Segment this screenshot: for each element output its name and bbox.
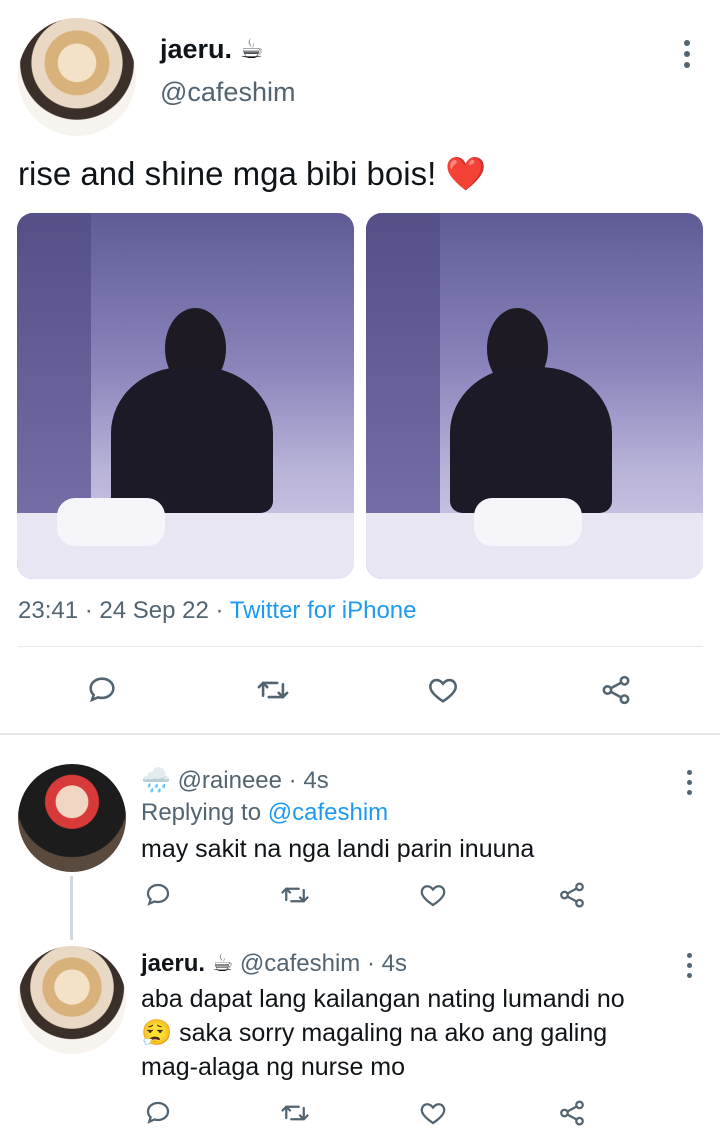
meta-separator: · — [288, 767, 297, 794]
coffee-emoji: ☕ — [239, 34, 264, 64]
more-vertical-icon[interactable] — [684, 40, 690, 68]
like-icon[interactable] — [414, 878, 452, 912]
photo-person-body — [111, 366, 274, 514]
like-icon[interactable] — [414, 1096, 452, 1130]
section-divider — [0, 733, 720, 735]
reply-avatar-jaeru[interactable] — [18, 946, 126, 1054]
replying-to-label: Replying to — [141, 799, 262, 826]
tweet-text: rise and shine mga bibi bois! — [18, 155, 437, 192]
author-name[interactable]: jaeru. — [160, 34, 232, 64]
retweet-icon[interactable] — [276, 878, 314, 912]
reply-icon[interactable] — [82, 670, 122, 710]
reply-avatar-raineee[interactable] — [18, 764, 126, 872]
reply-text: may sakit na nga landi parin inuuna — [141, 835, 535, 863]
reply-time: 4s — [303, 767, 329, 794]
tweet-source-link[interactable]: Twitter for iPhone — [230, 597, 417, 624]
reply-header: jaeru. ☕ @cafeshim · 4s — [141, 949, 407, 978]
more-vertical-icon[interactable] — [686, 953, 692, 978]
meta-separator: · — [215, 597, 224, 624]
reply-text-line-1: aba dapat lang kailangan nating lumandi … — [141, 985, 625, 1013]
tweet-photo-1[interactable] — [17, 213, 354, 579]
retweet-icon[interactable] — [276, 1096, 314, 1130]
reply-icon[interactable] — [140, 1096, 176, 1130]
share-icon[interactable] — [554, 878, 590, 912]
share-icon[interactable] — [554, 1096, 590, 1130]
more-vertical-icon[interactable] — [686, 770, 692, 795]
tweet-date: 24 Sep 22 — [99, 597, 209, 624]
meta-separator: · — [366, 950, 375, 977]
reply-handle[interactable]: @raineee — [178, 767, 282, 794]
reply-text-line-2-row: 😮‍💨 saka sorry magaling na ako ang galin… — [141, 1019, 607, 1048]
divider — [18, 646, 703, 647]
heart-emoji: ❤️ — [445, 155, 487, 192]
tweet-text-row: rise and shine mga bibi bois! ❤️ — [18, 155, 487, 194]
tweet-photo-2[interactable] — [366, 213, 703, 579]
meta-separator: · — [84, 597, 93, 624]
cloud-rain-emoji: 🌧️ — [141, 767, 171, 794]
like-icon[interactable] — [422, 670, 464, 710]
photo-bottle — [473, 498, 582, 547]
reply-text-line-2: saka sorry magaling na ako ang galing — [179, 1019, 608, 1047]
thread-connector — [70, 876, 73, 940]
author-handle[interactable]: @cafeshim — [160, 77, 295, 108]
replying-to-row: Replying to @cafeshim — [141, 799, 388, 827]
reply-icon[interactable] — [140, 878, 176, 912]
photo-bottle — [57, 498, 166, 547]
reply-text-line-3: mag-alaga ng nurse mo — [141, 1053, 406, 1081]
share-icon[interactable] — [596, 670, 636, 710]
reply-handle[interactable]: @cafeshim — [240, 950, 360, 977]
author-avatar[interactable] — [18, 18, 136, 136]
reply-time: 4s — [381, 950, 407, 977]
photo-person-body — [450, 366, 612, 514]
tweet-time: 23:41 — [18, 597, 79, 624]
tweet-meta: 23:41 · 24 Sep 22 · Twitter for iPhone — [18, 597, 417, 625]
exhale-emoji: 😮‍💨 — [141, 1019, 173, 1047]
retweet-icon[interactable] — [252, 670, 294, 710]
coffee-emoji: ☕ — [211, 950, 234, 977]
replying-to-handle[interactable]: @cafeshim — [268, 799, 388, 826]
reply-author-name[interactable]: jaeru. — [141, 950, 205, 977]
author-name-row[interactable]: jaeru. ☕ — [160, 34, 264, 65]
reply-header: 🌧️ @raineee · 4s — [141, 766, 329, 795]
